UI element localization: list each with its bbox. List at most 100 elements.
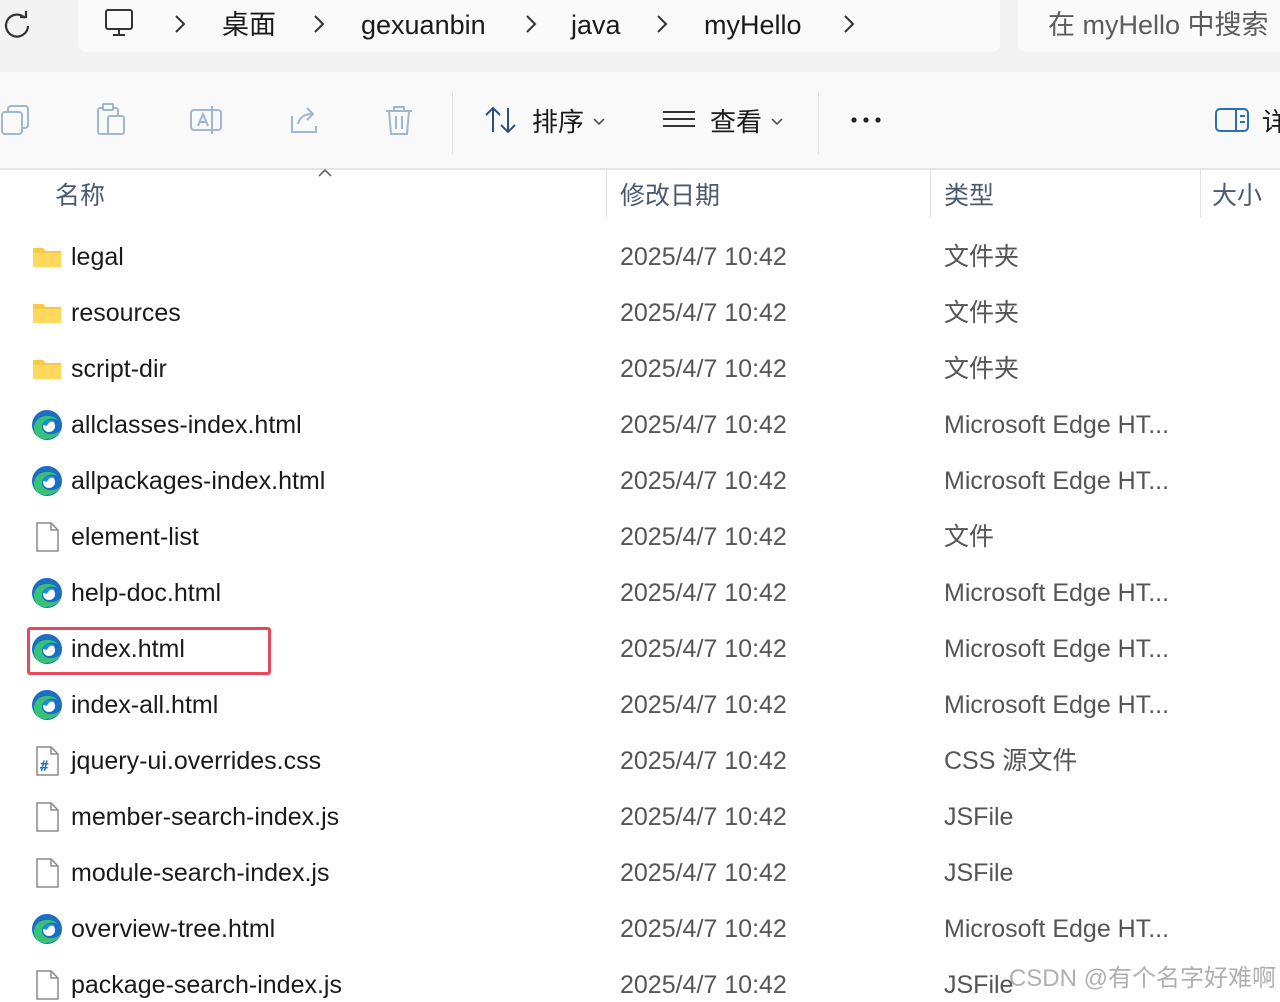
file-row[interactable]: # jquery-ui.overrides.css 2025/4/7 10:42 CS… <box>0 732 1280 788</box>
chevron-right-icon[interactable] <box>524 14 538 34</box>
column-header-type[interactable]: 类型 <box>944 180 994 212</box>
file-type: 文件夹 <box>944 355 1020 383</box>
file-type: 文件 <box>944 523 995 551</box>
file-modified-date: 2025/4/7 10:42 <box>620 411 787 439</box>
file-modified-date: 2025/4/7 10:42 <box>620 243 787 271</box>
column-divider[interactable] <box>930 168 931 218</box>
edge-icon <box>30 632 64 666</box>
css-file-icon: # <box>30 744 64 778</box>
file-type: 文件夹 <box>944 243 1020 271</box>
breadcrumb-item-myhello[interactable]: myHello <box>704 8 802 42</box>
chevron-right-icon[interactable] <box>842 14 856 34</box>
file-name[interactable]: help-doc.html <box>71 576 221 610</box>
file-name[interactable]: resources <box>71 296 181 330</box>
file-name[interactable]: member-search-index.js <box>71 800 339 834</box>
share-icon[interactable] <box>286 102 322 138</box>
file-row[interactable]: member-search-index.js 2025/4/7 10:42 JSFi… <box>0 788 1280 844</box>
command-bar: 排序 查看 详 <box>0 72 1280 170</box>
file-name[interactable]: index.html <box>71 632 185 666</box>
breadcrumb-item-java[interactable]: java <box>571 8 621 42</box>
chevron-down-icon[interactable] <box>593 118 605 126</box>
file-row[interactable]: index-all.html 2025/4/7 10:42 Microsoft Ed… <box>0 676 1280 732</box>
file-row[interactable]: index.html 2025/4/7 10:42 Microsoft Edge H… <box>0 620 1280 676</box>
file-row[interactable]: resources 2025/4/7 10:42 文件夹 <box>0 284 1280 340</box>
column-header-modified[interactable]: 修改日期 <box>620 180 720 212</box>
file-row[interactable]: allpackages-index.html 2025/4/7 10:42 Micr… <box>0 452 1280 508</box>
this-pc-icon[interactable] <box>103 6 135 40</box>
folder-icon <box>30 240 64 274</box>
edge-icon <box>30 688 64 722</box>
chevron-right-icon[interactable] <box>173 14 187 34</box>
view-button[interactable]: 查看 <box>710 106 762 138</box>
file-modified-date: 2025/4/7 10:42 <box>620 691 787 719</box>
file-modified-date: 2025/4/7 10:42 <box>620 523 787 551</box>
file-icon <box>30 968 64 1002</box>
file-type: Microsoft Edge HT... <box>944 579 1170 607</box>
column-header-row: 名称 修改日期 类型 大小 <box>0 168 1280 224</box>
file-modified-date: 2025/4/7 10:42 <box>620 747 787 775</box>
details-pane-icon[interactable] <box>1214 102 1250 138</box>
file-icon <box>30 800 64 834</box>
file-name[interactable]: element-list <box>71 520 199 554</box>
column-divider[interactable] <box>606 168 607 218</box>
file-name[interactable]: legal <box>71 240 124 274</box>
column-header-name[interactable]: 名称 <box>55 180 105 212</box>
file-modified-date: 2025/4/7 10:42 <box>620 299 787 327</box>
file-modified-date: 2025/4/7 10:42 <box>620 579 787 607</box>
toolbar-divider <box>452 92 453 154</box>
file-type: Microsoft Edge HT... <box>944 467 1170 495</box>
folder-icon <box>30 296 64 330</box>
file-type: JSFile <box>944 859 1014 887</box>
watermark: CSDN @有个名字好难啊 <box>1008 965 1276 992</box>
delete-icon[interactable] <box>381 102 417 138</box>
chevron-right-icon[interactable] <box>312 14 326 34</box>
search-placeholder: 在 myHello 中搜索 <box>1048 10 1269 40</box>
search-input[interactable]: 在 myHello 中搜索 <box>1018 0 1280 52</box>
file-row[interactable]: script-dir 2025/4/7 10:42 文件夹 <box>0 340 1280 396</box>
file-name[interactable]: package-search-index.js <box>71 968 342 1002</box>
file-modified-date: 2025/4/7 10:42 <box>620 635 787 663</box>
file-modified-date: 2025/4/7 10:42 <box>620 803 787 831</box>
chevron-down-icon[interactable] <box>771 118 783 126</box>
file-icon <box>30 856 64 890</box>
rename-icon[interactable] <box>188 102 224 138</box>
view-icon[interactable] <box>661 102 697 138</box>
breadcrumb-item-desktop[interactable]: 桌面 <box>222 8 276 42</box>
file-name[interactable]: allpackages-index.html <box>71 464 325 498</box>
breadcrumb-item-gexuanbin[interactable]: gexuanbin <box>361 8 486 42</box>
refresh-icon[interactable] <box>0 6 36 42</box>
file-row[interactable]: help-doc.html 2025/4/7 10:42 Microsoft Edg… <box>0 564 1280 620</box>
file-modified-date: 2025/4/7 10:42 <box>620 355 787 383</box>
edge-icon <box>30 576 64 610</box>
details-button[interactable]: 详 <box>1262 106 1280 138</box>
file-name[interactable]: index-all.html <box>71 688 218 722</box>
breadcrumb[interactable] <box>78 0 1000 52</box>
file-name[interactable]: overview-tree.html <box>71 912 275 946</box>
file-type: Microsoft Edge HT... <box>944 635 1170 663</box>
file-modified-date: 2025/4/7 10:42 <box>620 971 787 999</box>
column-header-size[interactable]: 大小 <box>1212 180 1262 212</box>
file-type: Microsoft Edge HT... <box>944 915 1170 943</box>
sort-button[interactable]: 排序 <box>532 106 584 138</box>
copy-icon[interactable] <box>0 102 36 138</box>
file-row[interactable]: overview-tree.html 2025/4/7 10:42 Microsof… <box>0 900 1280 956</box>
file-name[interactable]: script-dir <box>71 352 167 386</box>
file-row[interactable]: allclasses-index.html 2025/4/7 10:42 Micro… <box>0 396 1280 452</box>
edge-icon <box>30 408 64 442</box>
sort-icon[interactable] <box>483 102 519 138</box>
column-divider[interactable] <box>1200 168 1201 218</box>
file-name[interactable]: module-search-index.js <box>71 856 329 890</box>
more-options-icon[interactable] <box>848 102 884 138</box>
edge-icon <box>30 912 64 946</box>
file-name[interactable]: jquery-ui.overrides.css <box>71 744 321 778</box>
file-modified-date: 2025/4/7 10:42 <box>620 859 787 887</box>
file-row[interactable]: legal 2025/4/7 10:42 文件夹 <box>0 228 1280 284</box>
paste-icon[interactable] <box>93 102 129 138</box>
file-type: Microsoft Edge HT... <box>944 411 1170 439</box>
file-name[interactable]: allclasses-index.html <box>71 408 302 442</box>
folder-icon <box>30 352 64 386</box>
file-row[interactable]: element-list 2025/4/7 10:42 文件 <box>0 508 1280 564</box>
file-modified-date: 2025/4/7 10:42 <box>620 915 787 943</box>
chevron-right-icon[interactable] <box>655 14 669 34</box>
file-row[interactable]: module-search-index.js 2025/4/7 10:42 JSFi… <box>0 844 1280 900</box>
